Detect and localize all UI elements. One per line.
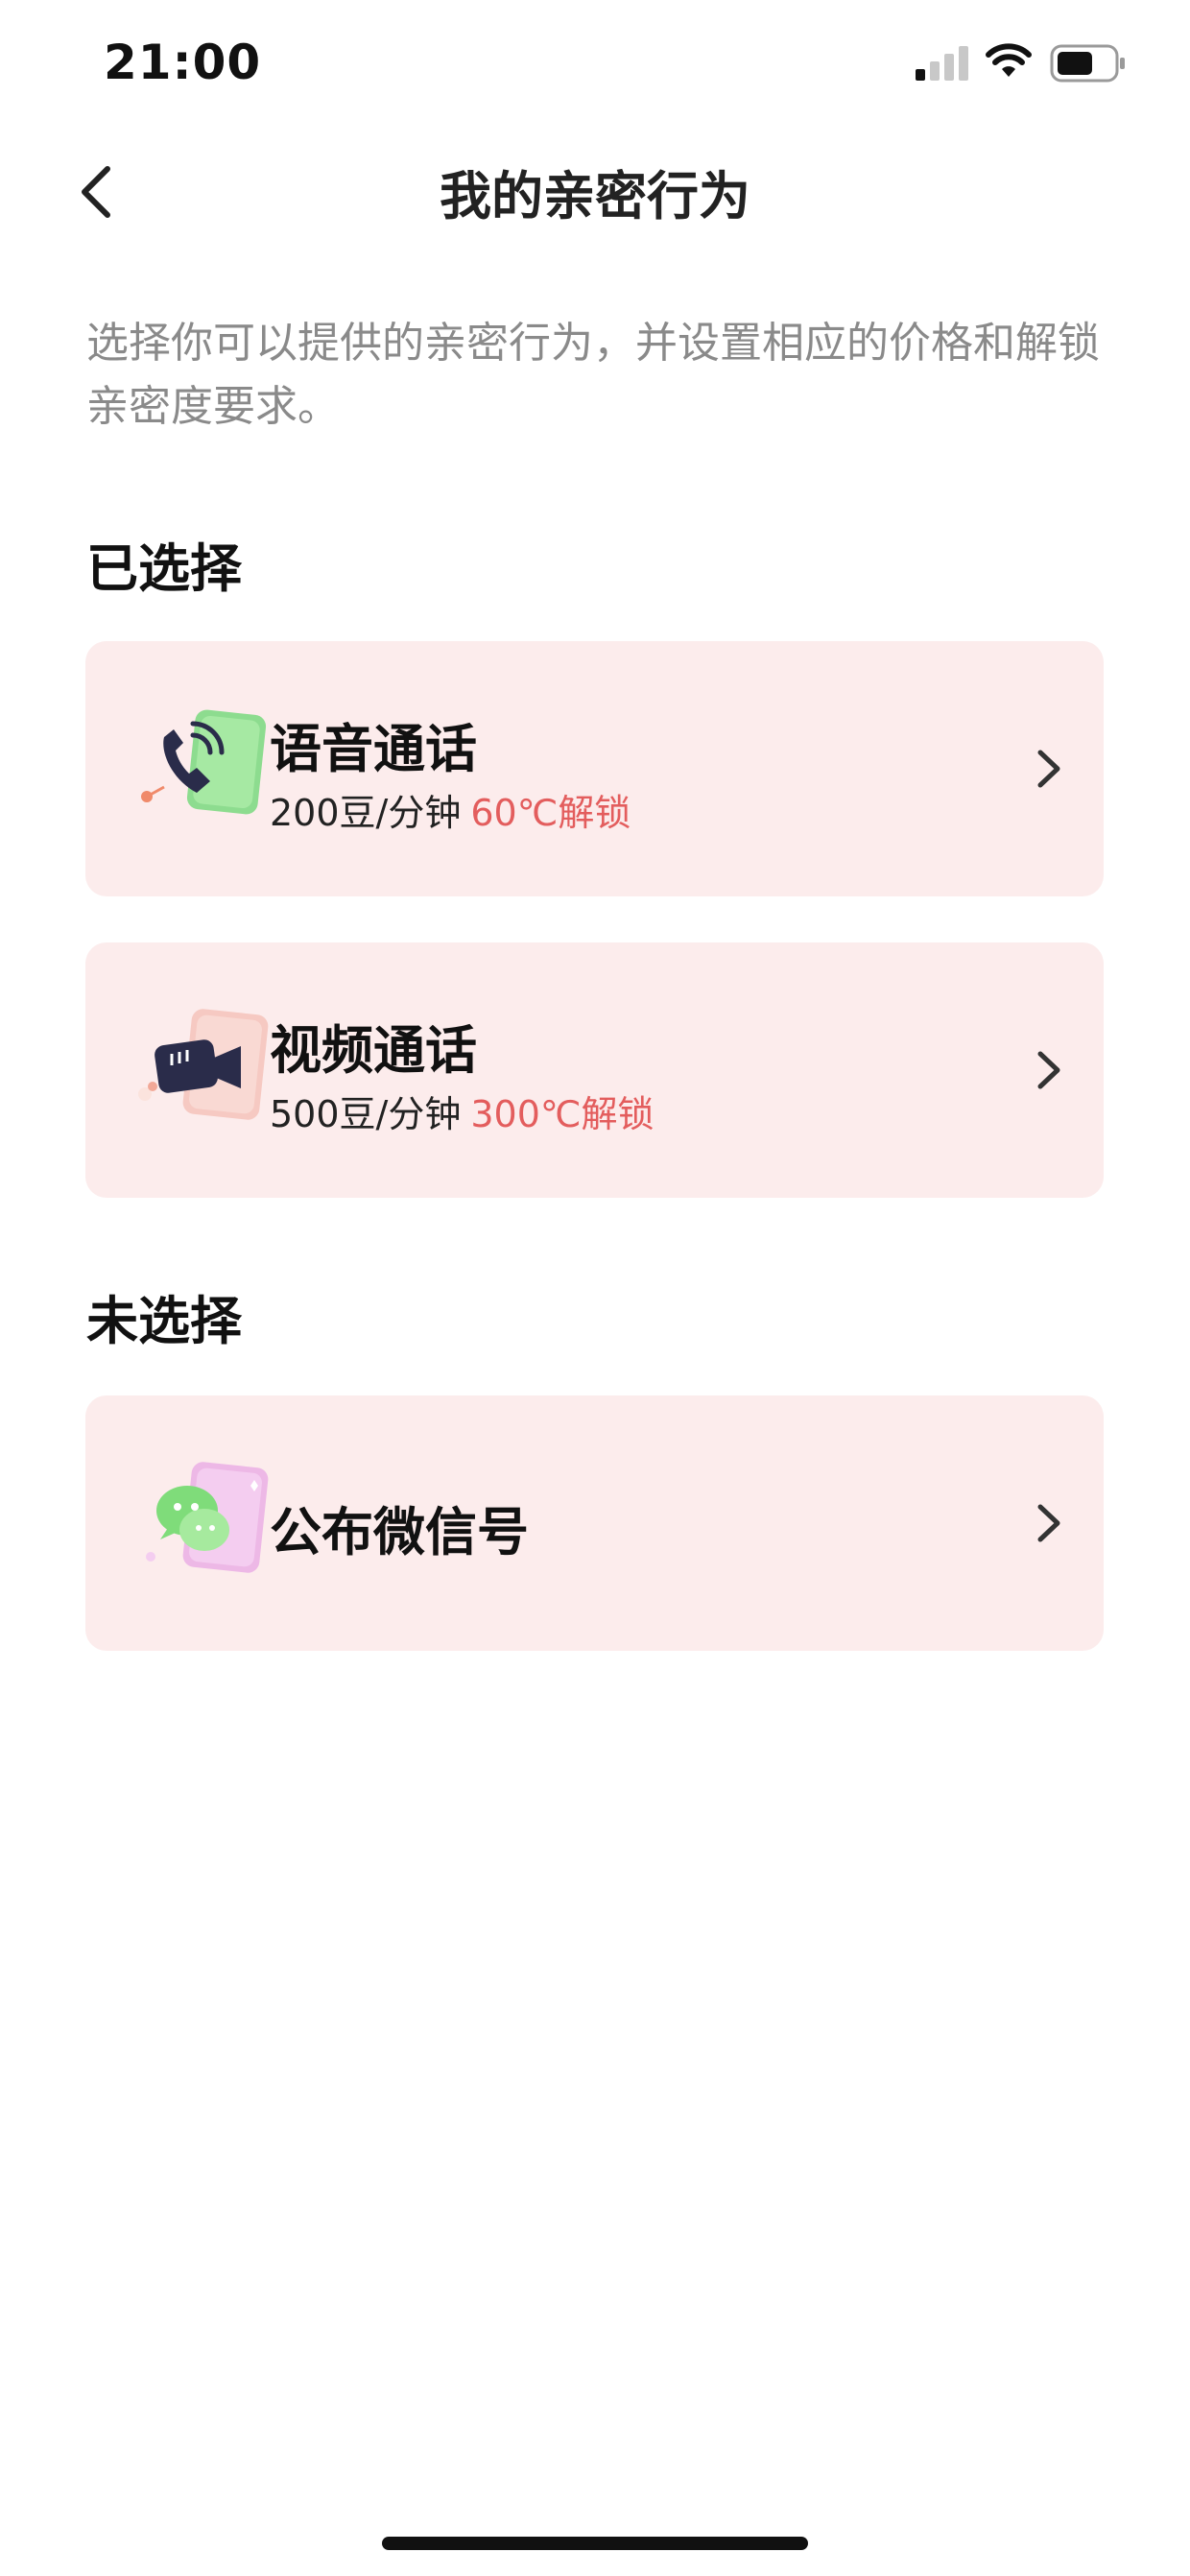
behavior-card-wechat[interactable]: 公布微信号	[85, 1395, 1104, 1651]
video-camera-icon	[138, 1009, 269, 1120]
section-title-unselected: 未选择	[86, 1291, 242, 1351]
status-bar: 21:00	[0, 0, 1190, 134]
behavior-card-voice-call[interactable]: 语音通话 200豆/分钟 60℃解锁	[85, 641, 1104, 896]
behavior-card-video-call[interactable]: 视频通话 500豆/分钟 300℃解锁	[85, 942, 1104, 1198]
wechat-icon	[146, 1462, 269, 1573]
card-price: 200豆/分钟	[270, 792, 462, 834]
chevron-right-icon	[1037, 1504, 1060, 1542]
card-title: 视频通话	[270, 1020, 477, 1081]
status-time: 21:00	[104, 35, 262, 90]
wifi-icon	[986, 43, 1032, 77]
chevron-right-icon	[1037, 750, 1060, 788]
intro-text: 选择你可以提供的亲密行为，并设置相应的价格和解锁亲密度要求。	[86, 319, 1100, 431]
page-title: 我的亲密行为	[440, 166, 750, 227]
battery-icon	[1050, 44, 1125, 83]
cellular-signal-icon	[916, 46, 968, 81]
phone-call-icon	[141, 709, 267, 815]
card-price: 500豆/分钟	[270, 1093, 462, 1135]
chevron-right-icon	[1037, 1051, 1060, 1089]
card-price-line: 200豆/分钟 60℃解锁	[270, 783, 631, 836]
home-indicator	[382, 2537, 808, 2550]
card-title: 公布微信号	[270, 1502, 529, 1562]
card-title: 语音通话	[270, 719, 477, 779]
navigation-bar: 我的亲密行为	[0, 134, 1190, 250]
card-unlock-requirement: 300℃解锁	[470, 1093, 654, 1135]
section-title-selected: 已选择	[86, 538, 242, 599]
card-price-line: 500豆/分钟 300℃解锁	[270, 1085, 654, 1137]
card-unlock-requirement: 60℃解锁	[470, 792, 631, 834]
